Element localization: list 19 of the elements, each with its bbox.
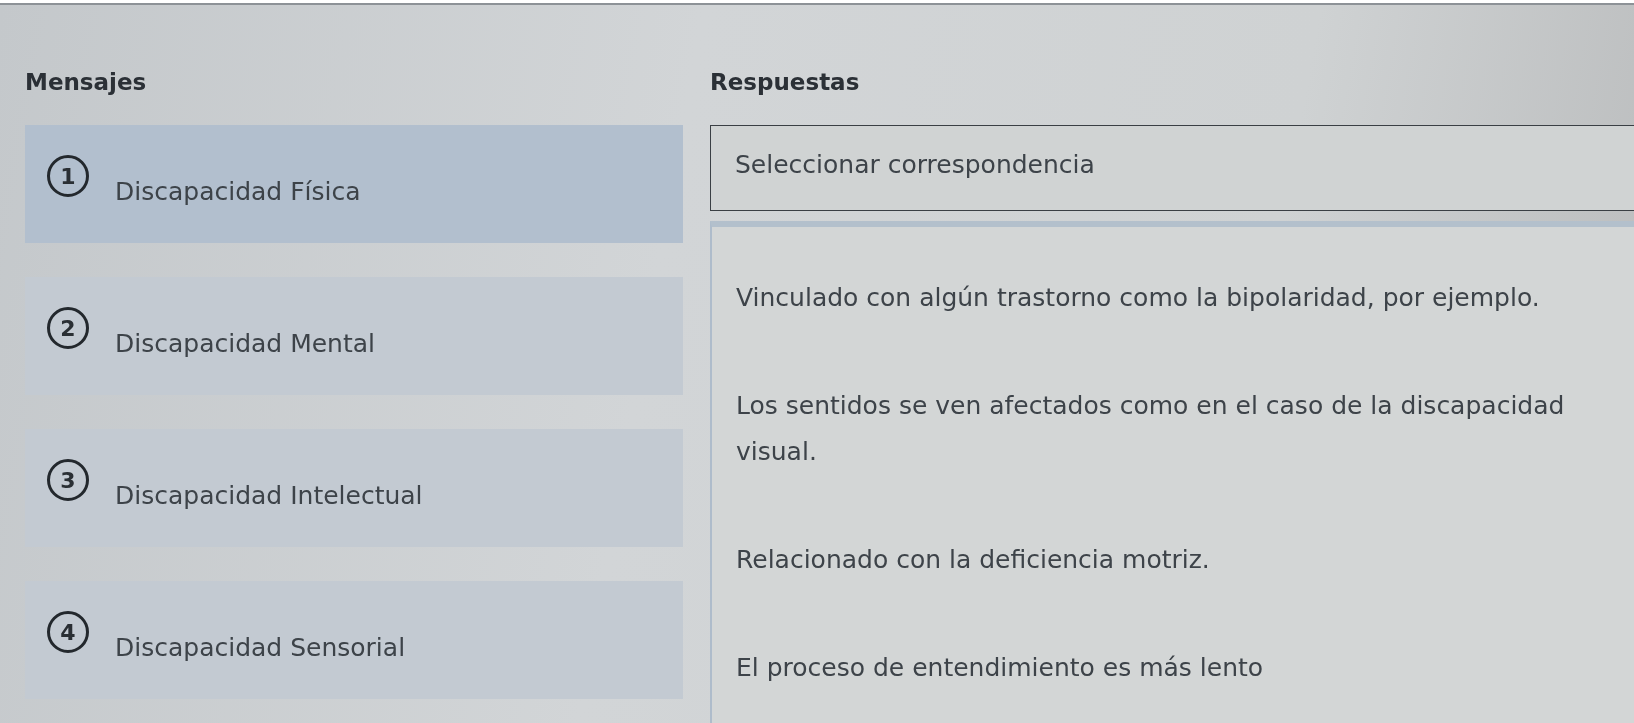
message-row[interactable]: 2 Discapacidad Mental [25,277,683,395]
message-label: Discapacidad Sensorial [115,631,406,662]
message-row[interactable]: 4 Discapacidad Sensorial [25,581,683,699]
answer-option[interactable]: Los sentidos se ven afectados como en el caso de la discapacidad visual. [736,383,1614,475]
message-label: Discapacidad Mental [115,327,376,358]
responses-heading: Respuestas [710,68,860,97]
match-select[interactable]: Seleccionar correspondencia [710,125,1634,211]
answer-option[interactable]: El proceso de entendimiento es más lento [736,645,1614,691]
messages-heading: Mensajes [25,68,147,97]
item-number: 1 [47,155,89,197]
answer-option[interactable]: Vinculado con algún trastorno como la bipolaridad, por ejemplo. [736,275,1614,321]
answer-option[interactable]: Relacionado con la deficiencia motriz. [736,537,1614,583]
message-label: Discapacidad Intelectual [115,479,423,510]
item-number: 2 [47,307,89,349]
message-row[interactable]: 1 Discapacidad Física [25,125,683,243]
message-label: Discapacidad Física [115,175,361,206]
item-number: 4 [47,611,89,653]
message-row[interactable]: 3 Discapacidad Intelectual [25,429,683,547]
item-number: 3 [47,459,89,501]
